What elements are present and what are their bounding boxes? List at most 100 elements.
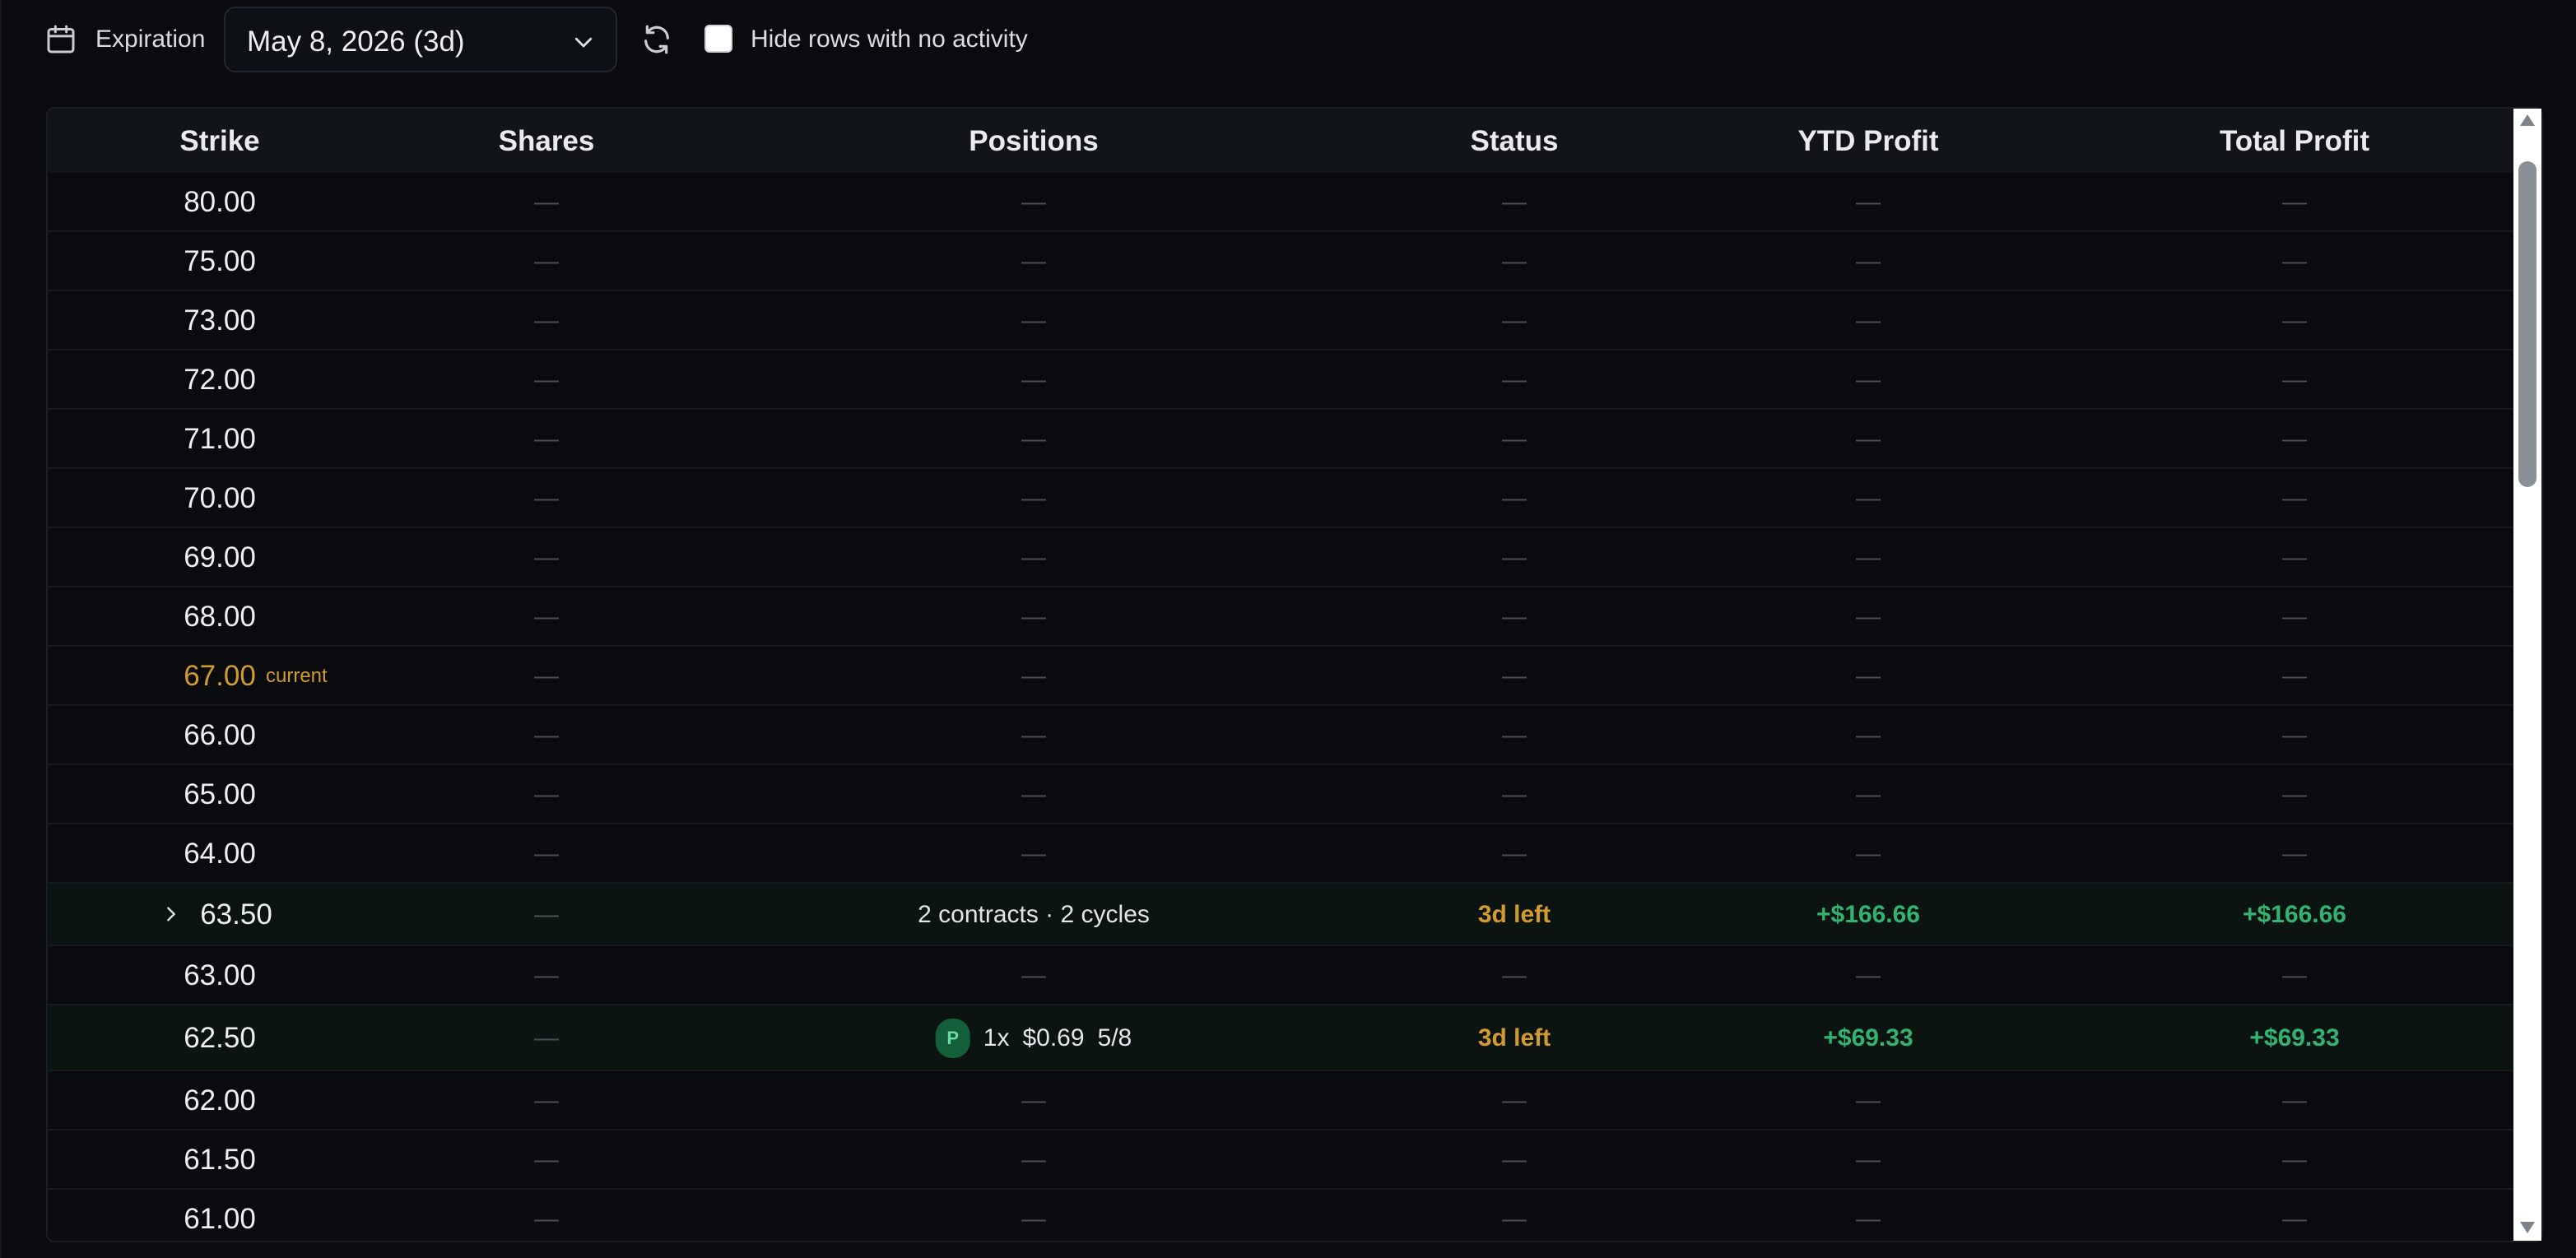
vertical-scrollbar[interactable] (2513, 109, 2541, 1241)
positions-cell: — (1021, 722, 1046, 749)
position-expiry: 5/8 (1097, 1024, 1132, 1051)
status-cell: — (1502, 603, 1527, 630)
total-profit-cell: — (2282, 366, 2307, 393)
strike-cell: 61.00 (184, 1203, 256, 1235)
ytd-profit-cell: — (1856, 840, 1881, 867)
positions-cell: 2 contracts · 2 cycles (918, 901, 1150, 928)
refresh-icon[interactable] (640, 23, 673, 56)
status-cell: — (1502, 840, 1527, 867)
status-cell: — (1502, 188, 1527, 216)
scrollbar-thumb[interactable] (2518, 161, 2536, 487)
total-profit-cell: — (2282, 188, 2307, 216)
positions-cell: — (1021, 188, 1046, 216)
status-cell: — (1502, 366, 1527, 393)
column-header-positions[interactable]: Positions (969, 125, 1099, 158)
table-row[interactable]: 63.50 — 2 contracts · 2 cycles 3d left +$166… (48, 884, 2515, 946)
shares-cell: — (534, 366, 559, 393)
scroll-down-arrow-icon[interactable] (2518, 1219, 2536, 1236)
table-row: 63.00 — — — — — (48, 946, 2515, 1005)
window-edge (0, 0, 2, 1258)
shares-cell: — (534, 248, 559, 275)
positions-cell: — (1021, 662, 1046, 689)
total-profit-cell: +$166.66 (2243, 901, 2346, 928)
expiration-select[interactable]: May 8, 2026 (3d) (224, 7, 617, 72)
expand-chevron-icon[interactable] (162, 905, 180, 923)
column-header-ytd-profit[interactable]: YTD Profit (1797, 125, 1938, 158)
strike-cell: 70.00 (184, 482, 256, 514)
hide-rows-label[interactable]: Hide rows with no activity (751, 25, 1028, 54)
total-profit-cell: — (2282, 1205, 2307, 1232)
expiration-value: May 8, 2026 (3d) (247, 26, 465, 58)
total-profit-cell: — (2282, 248, 2307, 275)
table-row: 71.00 — — — — — (48, 410, 2515, 469)
positions-cell: — (1021, 1146, 1046, 1173)
positions-cell: — (1021, 544, 1046, 571)
column-header-total-profit[interactable]: Total Profit (2220, 125, 2369, 158)
strike-cell: 63.00 (184, 959, 256, 991)
total-profit-cell: — (2282, 1146, 2307, 1173)
strike-cell: 75.00 (184, 245, 256, 277)
total-profit-cell: — (2282, 722, 2307, 749)
total-profit-cell: — (2282, 781, 2307, 808)
scroll-up-arrow-icon[interactable] (2518, 112, 2536, 128)
strike-cell: 80.00 (184, 186, 256, 218)
ytd-profit-cell: — (1856, 662, 1881, 689)
strike-cell: 71.00 (184, 423, 256, 455)
strike-cell: 63.50 (200, 898, 272, 931)
column-header-status[interactable]: Status (1471, 125, 1559, 158)
status-cell: — (1502, 662, 1527, 689)
shares-cell: — (534, 722, 559, 749)
positions-cell: — (1021, 248, 1046, 275)
status-cell: — (1502, 307, 1527, 334)
position-qty: 1x (983, 1024, 1010, 1051)
status-cell: — (1502, 248, 1527, 275)
position-detail[interactable]: P 1x $0.69 5/8 (935, 1019, 1132, 1058)
strike-cell: 67.00 (184, 660, 256, 692)
ytd-profit-cell: — (1856, 603, 1881, 630)
shares-cell: — (534, 425, 559, 453)
strike-cell: 68.00 (184, 601, 256, 633)
column-header-shares[interactable]: Shares (499, 125, 595, 158)
table-row: 75.00 — — — — — (48, 232, 2515, 291)
ytd-profit-cell: — (1856, 544, 1881, 571)
positions-cell: — (1021, 307, 1046, 334)
positions-cell: — (1021, 1205, 1046, 1232)
strike-cell: 69.00 (184, 541, 256, 573)
strike-cell: 66.00 (184, 719, 256, 751)
positions-cell: — (1021, 366, 1046, 393)
current-strike-tag: current (266, 665, 328, 687)
table-row: 64.00 — — — — — (48, 824, 2515, 884)
table-header: Strike Shares Positions Status YTD Profi… (48, 109, 2515, 173)
table-row: 70.00 — — — — — (48, 469, 2515, 528)
strike-cell: 62.00 (184, 1084, 256, 1116)
status-cell: — (1502, 722, 1527, 749)
shares-cell: — (534, 307, 559, 334)
total-profit-cell: — (2282, 1087, 2307, 1114)
table-row[interactable]: 62.50 — P 1x $0.69 5/8 3d left +$69.33 +$69.33 (48, 1005, 2515, 1071)
strike-cell: 62.50 (184, 1022, 256, 1054)
calendar-icon (47, 25, 75, 53)
ytd-profit-cell: — (1856, 366, 1881, 393)
table-row: 65.00 — — — — — (48, 765, 2515, 824)
shares-cell: — (534, 781, 559, 808)
ytd-profit-cell: — (1856, 962, 1881, 989)
table-row: 72.00 — — — — — (48, 350, 2515, 410)
toolbar: Expiration May 8, 2026 (3d) Hide rows wi… (0, 0, 2576, 82)
ytd-profit-cell: — (1856, 1146, 1881, 1173)
put-badge: P (935, 1019, 970, 1058)
shares-cell: — (534, 1087, 559, 1114)
positions-cell: — (1021, 1087, 1046, 1114)
table-row: 73.00 — — — — — (48, 291, 2515, 350)
column-header-strike[interactable]: Strike (179, 125, 259, 158)
total-profit-cell: — (2282, 962, 2307, 989)
shares-cell: — (534, 1205, 559, 1232)
ytd-profit-cell: — (1856, 722, 1881, 749)
total-profit-cell: — (2282, 544, 2307, 571)
hide-rows-checkbox[interactable] (704, 25, 732, 53)
ytd-profit-cell: — (1856, 188, 1881, 216)
positions-cell: — (1021, 603, 1046, 630)
table-row: 68.00 — — — — — (48, 587, 2515, 647)
total-profit-cell: +$69.33 (2249, 1024, 2340, 1051)
ytd-profit-cell: — (1856, 485, 1881, 512)
strike-cell: 64.00 (184, 838, 256, 870)
